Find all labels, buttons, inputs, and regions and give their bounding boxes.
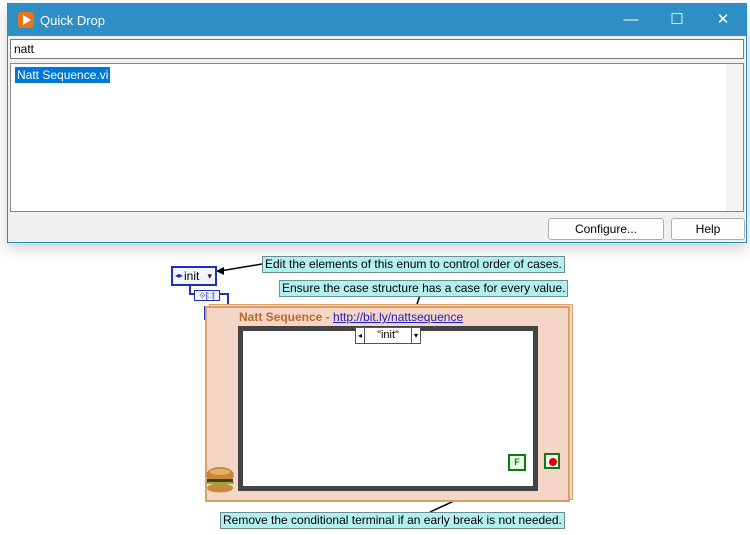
comment-remove-conditional[interactable]: Remove the conditional terminal if an ea…	[220, 512, 565, 529]
results-list[interactable]: Natt Sequence.vi	[10, 63, 744, 212]
enum-value: init	[184, 269, 200, 283]
false-constant[interactable]: F	[508, 454, 526, 471]
prev-case-icon[interactable]: ◂	[356, 328, 365, 343]
build-array-node[interactable]: ⟐[□]	[194, 290, 220, 301]
enum-dropdown-icon[interactable]: ▾	[207, 268, 212, 284]
list-item-natt-sequence[interactable]: Natt Sequence.vi	[15, 67, 111, 83]
search-input[interactable]	[10, 39, 744, 59]
comment-edit-enum[interactable]: Edit the elements of this enum to contro…	[262, 256, 565, 273]
case-selector-label[interactable]: ◂ "init" ▾	[355, 327, 421, 344]
stop-dot	[549, 458, 557, 466]
burger-icon	[206, 467, 234, 493]
minimize-button[interactable]: —	[608, 4, 654, 36]
title-bar[interactable]: Quick Drop — ☐ ✕	[8, 4, 746, 36]
help-button[interactable]: Help	[671, 218, 745, 240]
maximize-button[interactable]: ☐	[654, 4, 700, 36]
next-case-icon[interactable]: ▾	[411, 328, 420, 343]
results-scrollbar[interactable]	[726, 64, 743, 211]
stop-terminal-icon[interactable]	[544, 453, 560, 469]
loop-link[interactable]: http://bit.ly/nattsequence	[333, 310, 463, 324]
loop-title-separator: -	[322, 310, 334, 324]
enum-increment-icon: ◂▸	[175, 271, 184, 280]
labview-app-icon	[18, 12, 34, 28]
comment-ensure-case[interactable]: Ensure the case structure has a case for…	[279, 280, 569, 297]
block-diagram: Edit the elements of this enum to contro…	[0, 244, 750, 535]
loop-title: Natt Sequence	[239, 310, 323, 324]
close-button[interactable]: ✕	[700, 4, 746, 36]
loop-label: Natt Sequence - http://bit.ly/nattsequen…	[239, 310, 463, 324]
label-placeholder	[417, 462, 509, 486]
enum-constant[interactable]: ◂▸ init ▾	[171, 266, 217, 286]
window-title: Quick Drop	[40, 13, 106, 28]
quick-drop-window: Quick Drop — ☐ ✕ Natt Sequence.vi Config…	[7, 3, 747, 243]
case-selector-value: "init"	[377, 329, 399, 341]
configure-button[interactable]: Configure...	[548, 218, 664, 240]
